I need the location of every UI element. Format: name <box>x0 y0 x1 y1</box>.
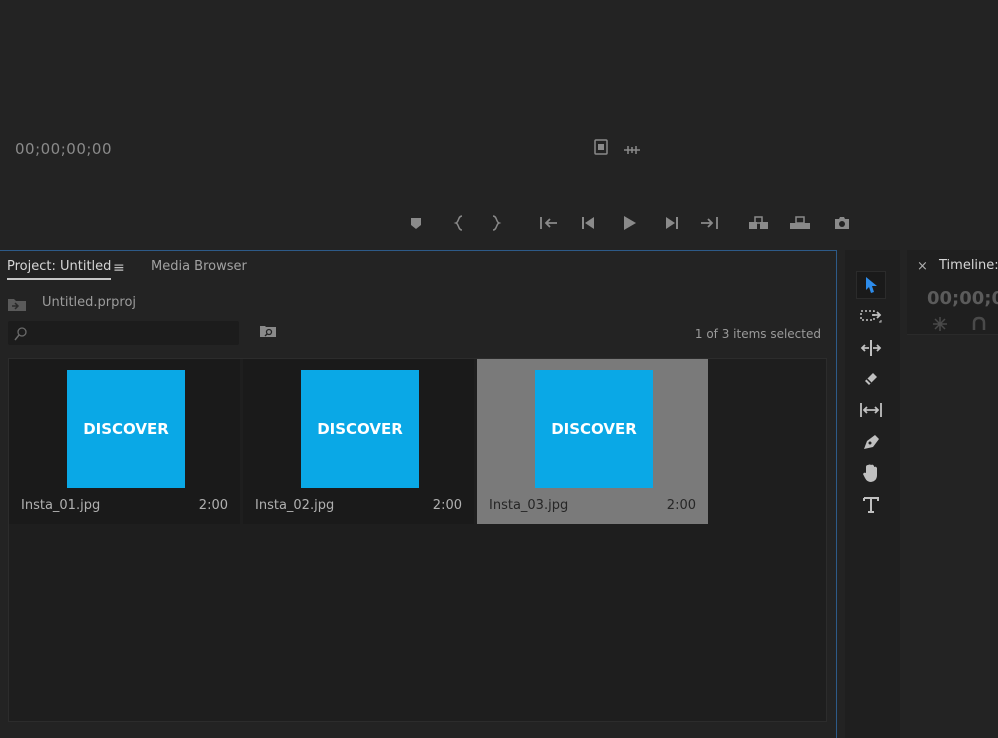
marker-icon[interactable] <box>405 212 427 234</box>
panel-menu-icon[interactable]: ≡ <box>113 260 125 276</box>
hand-tool-icon[interactable] <box>856 459 886 487</box>
clip-item-selected[interactable]: DISCOVER Insta_03.jpg 2:00 <box>477 359 708 524</box>
clip-thumbnail: DISCOVER <box>535 370 653 488</box>
project-file-name: Untitled.prproj <box>42 295 137 310</box>
slip-tool-icon[interactable] <box>856 396 886 424</box>
timeline-timecode[interactable]: 00;00;00 <box>927 288 998 309</box>
insert-icon[interactable] <box>748 212 770 234</box>
clip-thumbnail: DISCOVER <box>67 370 185 488</box>
search-input[interactable] <box>8 321 239 345</box>
clip-item[interactable]: DISCOVER Insta_02.jpg 2:00 <box>243 359 474 524</box>
film-icon[interactable] <box>594 139 608 159</box>
clip-duration: 2:00 <box>432 498 462 513</box>
type-tool-icon[interactable] <box>856 491 886 519</box>
tab-project[interactable]: Project: Untitled <box>7 259 112 280</box>
source-monitor: 00;00;00;00 <box>0 0 998 246</box>
clip-duration: 2:00 <box>198 498 228 513</box>
project-panel: Project: Untitled ≡ Media Browser Untitl… <box>0 250 837 738</box>
selection-tool-icon[interactable] <box>856 271 886 299</box>
razor-tool-icon[interactable] <box>856 365 886 393</box>
source-timecode[interactable]: 00;00;00;00 <box>15 140 112 158</box>
clip-thumbnail: DISCOVER <box>301 370 419 488</box>
ripple-edit-tool-icon[interactable] <box>856 334 886 362</box>
go-to-out-icon[interactable] <box>698 212 720 234</box>
step-back-icon[interactable] <box>578 212 600 234</box>
clip-name: Insta_02.jpg <box>255 498 335 513</box>
track-select-tool-icon[interactable] <box>856 302 886 330</box>
selection-status: 1 of 3 items selected <box>694 327 821 341</box>
clip-name: Insta_01.jpg <box>21 498 101 513</box>
search-icon <box>14 326 28 345</box>
pen-tool-icon[interactable] <box>856 428 886 456</box>
project-folder-icon <box>7 296 27 316</box>
snap-icon[interactable] <box>931 316 949 336</box>
play-icon[interactable] <box>618 212 640 234</box>
clip-name: Insta_03.jpg <box>489 498 569 513</box>
out-point-icon[interactable] <box>485 212 507 234</box>
tab-media-browser[interactable]: Media Browser <box>151 259 247 274</box>
timeline-tracks[interactable] <box>907 334 998 738</box>
close-icon[interactable]: × <box>917 259 928 274</box>
export-frame-icon[interactable] <box>831 212 853 234</box>
overwrite-icon[interactable] <box>789 212 811 234</box>
find-bin-icon[interactable] <box>259 323 277 342</box>
linked-selection-icon[interactable] <box>971 316 987 336</box>
step-forward-icon[interactable] <box>660 212 682 234</box>
timeline-panel: × Timeline: ( 00;00;00 <box>907 250 998 738</box>
audio-waveform-icon[interactable] <box>623 141 641 160</box>
clip-duration: 2:00 <box>666 498 696 513</box>
tab-timeline[interactable]: Timeline: ( <box>939 258 998 273</box>
go-to-in-icon[interactable] <box>538 212 560 234</box>
clip-item[interactable]: DISCOVER Insta_01.jpg 2:00 <box>9 359 240 524</box>
clip-grid: DISCOVER Insta_01.jpg 2:00 DISCOVER Inst… <box>8 358 827 722</box>
in-point-icon[interactable] <box>448 212 470 234</box>
tools-panel <box>845 250 900 738</box>
